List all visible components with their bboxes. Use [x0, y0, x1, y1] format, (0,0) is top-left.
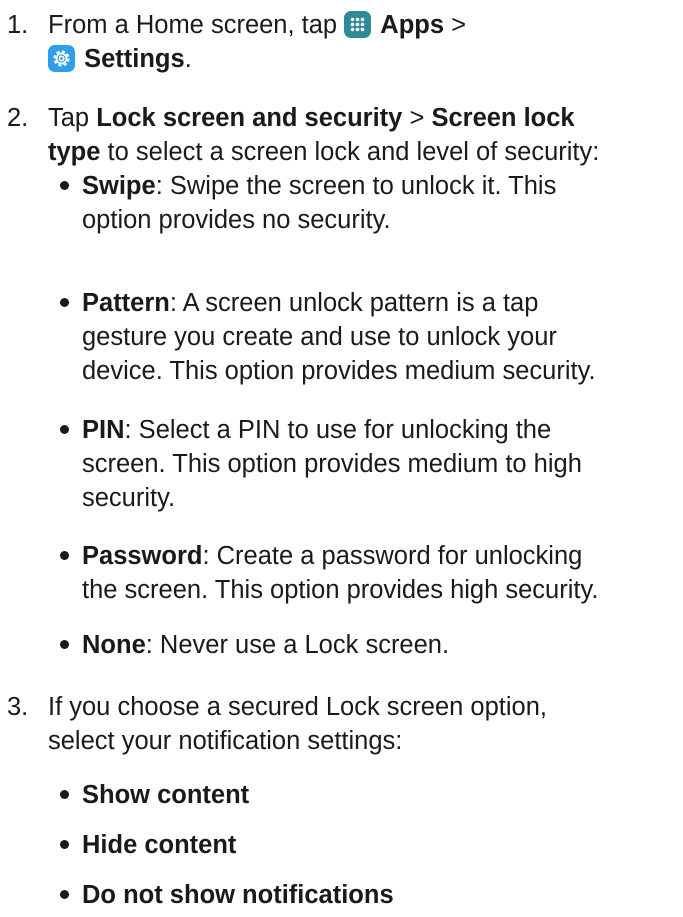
separator: >	[451, 11, 467, 39]
instructions-page: 1. From a Home screen, tap Apps > Settin…	[0, 0, 683, 917]
list-item-do-not-show: Do not show notifications	[60, 878, 682, 912]
option-name: Hide content	[82, 831, 237, 859]
option-desc: the screen. This option provides high se…	[82, 576, 599, 604]
list-item-password: Password: Create a password for unlockin…	[60, 539, 682, 607]
period: .	[184, 45, 192, 73]
option-name: Show content	[82, 781, 250, 809]
apps-label: Apps	[380, 11, 445, 39]
option-name: None	[82, 631, 146, 659]
step-3-line: select your notification settings:	[48, 727, 403, 755]
option-name: Password	[82, 542, 203, 570]
option-name: Pattern	[82, 289, 170, 317]
type-label: type	[48, 138, 101, 166]
step-text: From a Home screen, tap Apps > Settings.	[48, 8, 683, 76]
separator: >	[409, 104, 425, 132]
lock-screen-label: Lock screen and security	[96, 104, 403, 132]
option-desc: : Create a password for unlocking	[202, 542, 583, 570]
screen-lock-label: Screen lock	[431, 104, 575, 132]
list-item-hide-content: Hide content	[60, 828, 682, 862]
settings-label: Settings	[84, 45, 185, 73]
option-desc: option provides no security.	[82, 206, 391, 234]
gear-icon	[48, 45, 75, 72]
bullet-dot	[60, 890, 69, 899]
step-3-line: If you choose a secured Lock screen opti…	[48, 693, 547, 721]
list-item-swipe: Swipe: Swipe the screen to unlock it. Th…	[60, 169, 682, 237]
step-text: If you choose a secured Lock screen opti…	[48, 690, 683, 758]
option-desc: : A screen unlock pattern is a tap	[169, 289, 539, 317]
bullet-dot	[60, 551, 69, 560]
step-text: Tap Lock screen and security > Screen lo…	[48, 101, 683, 169]
list-item-none: None: Never use a Lock screen.	[60, 628, 682, 662]
apps-grid-icon	[344, 11, 372, 38]
bullet-dot	[60, 840, 69, 849]
option-desc: : Never use a Lock screen.	[145, 631, 450, 659]
list-item-show-content: Show content	[60, 778, 682, 812]
option-desc: security.	[82, 484, 176, 512]
step-number: 1.	[7, 11, 29, 39]
bullet-dot	[60, 181, 69, 190]
step-number: 2.	[7, 104, 29, 132]
option-desc: screen. This option provides medium to h…	[82, 450, 582, 478]
option-desc: : Swipe the screen to unlock it. This	[155, 172, 557, 200]
option-desc: device. This option provides medium secu…	[82, 357, 596, 385]
bullet-dot	[60, 790, 69, 799]
step-2-rest: to select a screen lock and level of sec…	[107, 138, 600, 166]
step-number: 3.	[7, 693, 29, 721]
list-item-pin: PIN: Select a PIN to use for unlocking t…	[60, 413, 682, 515]
option-desc: gesture you create and use to unlock you…	[82, 323, 557, 351]
option-name: PIN	[82, 416, 125, 444]
bullet-dot	[60, 425, 69, 434]
option-name: Swipe	[82, 172, 156, 200]
option-name: Do not show notifications	[82, 881, 394, 909]
list-item-pattern: Pattern: A screen unlock pattern is a ta…	[60, 286, 682, 388]
bullet-dot	[60, 298, 69, 307]
step-1-text: From a Home screen, tap	[48, 11, 338, 39]
option-desc: : Select a PIN to use for unlocking the	[124, 416, 552, 444]
tap-text: Tap	[48, 104, 90, 132]
bullet-dot	[60, 640, 69, 649]
